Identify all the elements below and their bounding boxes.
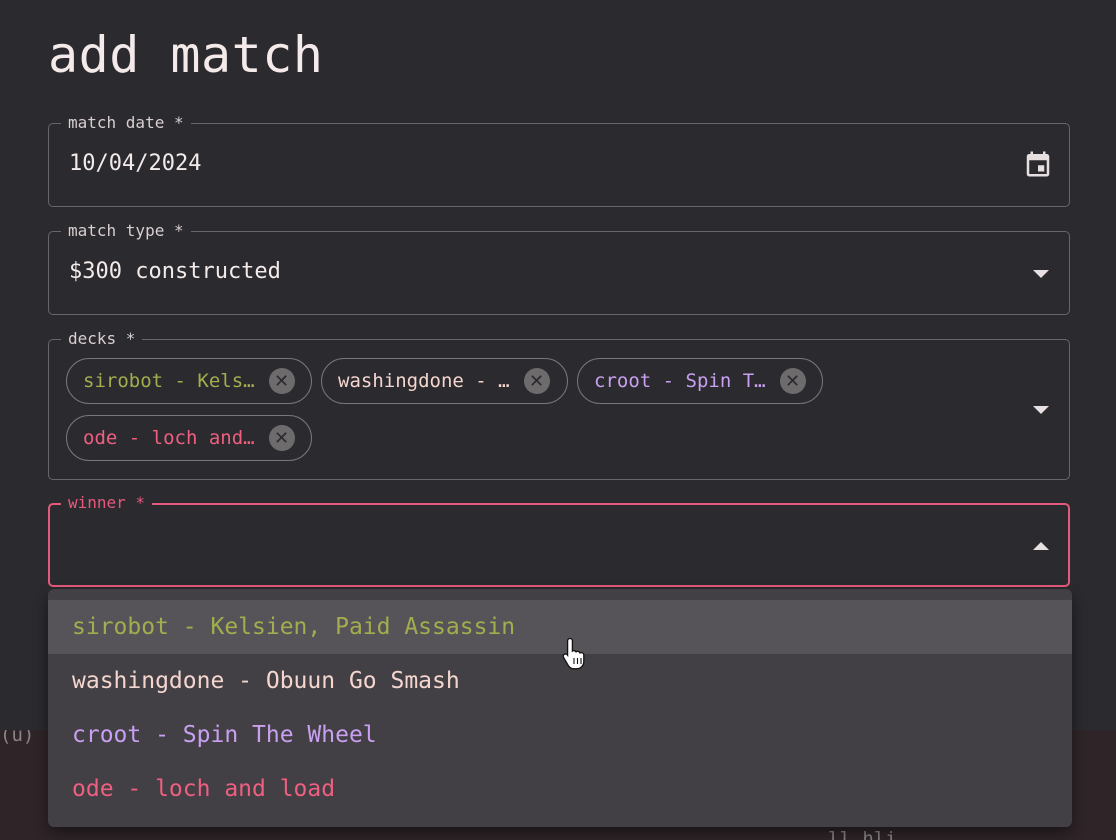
close-icon[interactable]: ✕ <box>268 368 295 394</box>
match-date-value[interactable]: 10/04/2024 <box>69 151 201 176</box>
calendar-icon[interactable] <box>1023 149 1053 179</box>
winner-option[interactable]: ode - loch and load <box>48 762 1072 816</box>
chevron-down-icon[interactable] <box>1033 406 1049 414</box>
match-type-value: $300 constructed <box>69 259 281 284</box>
dialog-title: add match <box>48 26 324 84</box>
decks-label: decks * <box>61 329 143 349</box>
winner-options-menu: sirobot - Kelsien, Paid Assassin washing… <box>48 589 1072 827</box>
deck-chip[interactable]: ode - loch and… ✕ <box>66 415 312 461</box>
match-date-label: match date * <box>61 113 191 133</box>
deck-chip-label: ode - loch and… <box>83 427 255 449</box>
background-text-bottom: ll hli <box>828 828 897 840</box>
close-icon[interactable]: ✕ <box>268 425 295 451</box>
hand-cursor-icon <box>562 637 585 670</box>
decks-select[interactable]: decks * sirobot - Kels… ✕ washingdone - … <box>48 329 1070 480</box>
deck-chip[interactable]: washingdone - … ✕ <box>321 358 568 404</box>
deck-chip[interactable]: sirobot - Kels… ✕ <box>66 358 312 404</box>
close-icon[interactable]: ✕ <box>779 368 806 394</box>
deck-chip[interactable]: croot - Spin T… ✕ <box>577 358 823 404</box>
match-type-label: match type * <box>61 221 191 241</box>
deck-chip-label: washingdone - … <box>338 370 510 392</box>
winner-label: winner * <box>61 493 153 513</box>
close-icon[interactable]: ✕ <box>523 368 550 394</box>
winner-option[interactable]: sirobot - Kelsien, Paid Assassin <box>48 600 1072 654</box>
match-type-select[interactable]: match type * $300 constructed <box>48 221 1070 315</box>
chevron-up-icon[interactable] <box>1033 542 1049 550</box>
winner-select[interactable]: winner * <box>48 493 1070 587</box>
chevron-down-icon[interactable] <box>1033 270 1049 278</box>
page: (u) ll hli add match match date * 10/04/… <box>0 0 1116 840</box>
winner-option[interactable]: washingdone - Obuun Go Smash <box>48 654 1072 708</box>
deck-chip-label: croot - Spin T… <box>594 370 766 392</box>
deck-chip-label: sirobot - Kels… <box>83 370 255 392</box>
match-date-field[interactable]: match date * 10/04/2024 <box>48 113 1070 207</box>
winner-option[interactable]: croot - Spin The Wheel <box>48 708 1072 762</box>
